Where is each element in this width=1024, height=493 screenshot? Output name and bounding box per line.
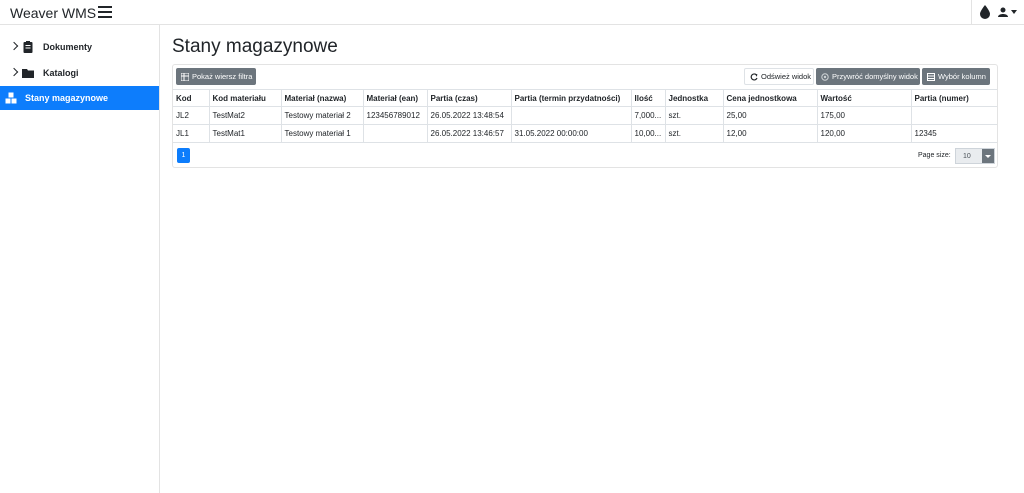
refresh-view-button[interactable]: Odśwież widok [744,68,814,85]
column-header-wartosc[interactable]: Wartość [817,89,912,107]
show-filter-row-label: Pokaż wiersz filtra [192,72,253,81]
pager-page-button[interactable]: 1 [177,148,190,163]
sidebar: Dokumenty Katalogi Stany magazynowe [0,25,160,493]
columns-icon [927,72,935,81]
page-size-label: Page size: [918,152,951,159]
column-header-kod[interactable]: Kod [173,89,210,107]
page-size-value: 10 [963,153,971,160]
refresh-view-label: Odśwież widok [761,72,812,81]
table-cell: szt. [665,106,724,125]
sidebar-item-label: Stany magazynowe [25,93,109,103]
boxes-icon [5,92,17,104]
table-cell: TestMat1 [209,124,282,143]
table-cell [911,106,997,125]
hamburger-menu-icon[interactable] [98,6,112,18]
table-cell: 10,00... [631,124,666,143]
column-header-partia-czas[interactable]: Partia (czas) [427,89,512,107]
clipboard-icon [23,41,33,53]
sidebar-item-label: Dokumenty [43,42,93,52]
user-icon[interactable] [998,7,1008,17]
table-cell: szt. [665,124,724,143]
refresh-icon [750,72,758,80]
restore-default-view-label: Przywróć domyślny widok [832,72,918,81]
top-navbar: Weaver WMS [0,0,1024,25]
theme-drop-icon[interactable] [980,5,990,19]
table-cell: 25,00 [723,106,818,125]
restore-icon [821,72,829,81]
chevron-right-icon [9,41,19,51]
table-cell: 26.05.2022 13:48:54 [427,106,512,125]
column-header-material-ean[interactable]: Materiał (ean) [363,89,428,107]
table-row[interactable]: JL1 TestMat1 Testowy materiał 1 26.05.20… [173,124,997,143]
chevron-down-icon[interactable] [982,149,994,163]
table-cell: 175,00 [817,106,912,125]
table-cell: 12345 [911,124,997,143]
chevron-right-icon [9,67,19,77]
restore-default-view-button[interactable]: Przywróć domyślny widok [816,68,920,85]
sidebar-item-dokumenty[interactable]: Dokumenty [0,35,159,59]
column-header-ilosc[interactable]: Ilość [631,89,666,107]
table-cell: 7,000... [631,106,666,125]
table-cell: 123456789012 [363,106,428,125]
table-cell: JL2 [173,106,210,125]
folder-icon [22,69,34,78]
column-header-cena[interactable]: Cena jednostkowa [723,89,818,107]
page-title: Stany magazynowe [172,36,338,57]
sidebar-item-katalogi[interactable]: Katalogi [0,61,159,85]
table-row[interactable]: JL2 TestMat2 Testowy materiał 2 12345678… [173,106,997,125]
column-header-partia-numer[interactable]: Partia (numer) [911,89,997,107]
sidebar-item-stany-magazynowe[interactable]: Stany magazynowe [0,86,159,110]
app-title[interactable]: Weaver WMS [10,5,96,21]
filter-grid-icon [181,72,189,81]
sidebar-item-label: Katalogi [43,68,79,78]
table-cell: 26.05.2022 13:46:57 [427,124,512,143]
column-header-kod-materialu[interactable]: Kod materiału [209,89,282,107]
stock-table: Kod Kod materiału Materiał (nazwa) Mater… [173,89,997,143]
column-chooser-label: Wybór kolumn [938,72,986,81]
table-cell [511,106,632,125]
table-cell: TestMat2 [209,106,282,125]
table-cell: 12,00 [723,124,818,143]
column-chooser-button[interactable]: Wybór kolumn [922,68,990,85]
column-header-material-nazwa[interactable]: Materiał (nazwa) [281,89,364,107]
table-cell [363,124,428,143]
user-menu-caret-icon[interactable] [1011,10,1017,14]
column-header-partia-termin[interactable]: Partia (termin przydatności) [511,89,632,107]
table-cell: 31.05.2022 00:00:00 [511,124,632,143]
table-cell: 120,00 [817,124,912,143]
show-filter-row-button[interactable]: Pokaż wiersz filtra [176,68,256,85]
table-cell: Testowy materiał 2 [281,106,364,125]
top-right-controls [971,0,1024,24]
table-header-row: Kod Kod materiału Materiał (nazwa) Mater… [173,89,997,107]
grid-card: Pokaż wiersz filtra Odśwież widok Przywr… [172,64,998,168]
column-header-jednostka[interactable]: Jednostka [665,89,724,107]
table-cell: Testowy materiał 1 [281,124,364,143]
table-cell: JL1 [173,124,210,143]
page-size-select[interactable]: 10 [955,148,995,164]
